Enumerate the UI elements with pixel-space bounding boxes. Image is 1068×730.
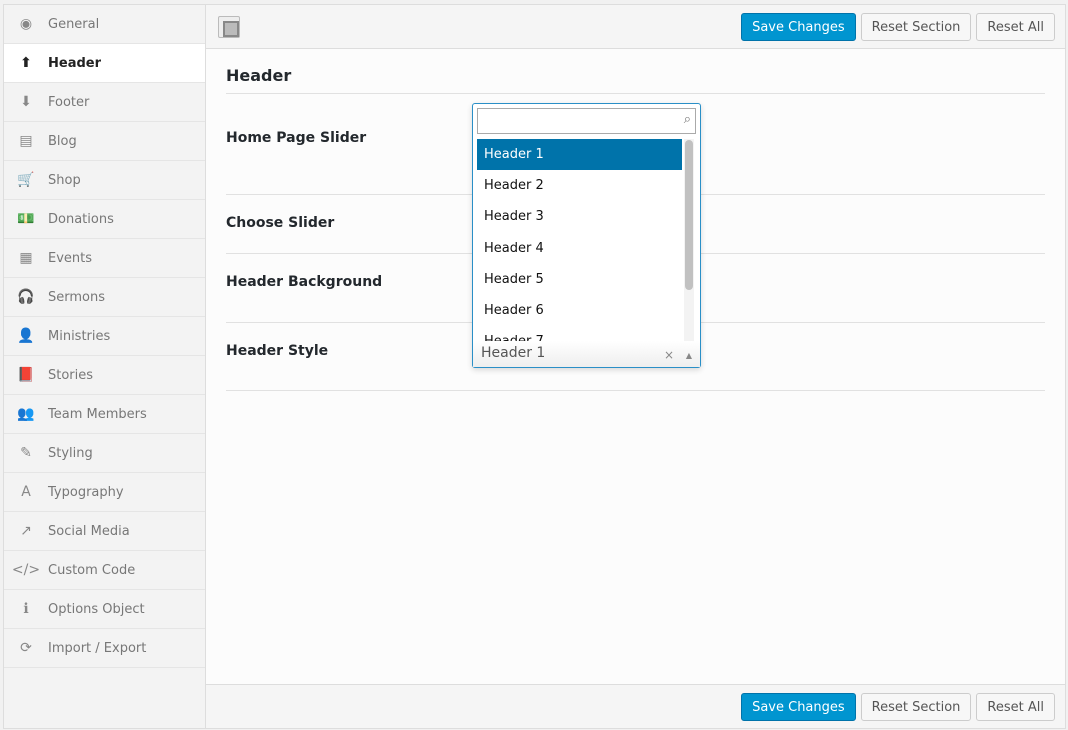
- dropdown-scrollbar[interactable]: [684, 139, 694, 343]
- dropdown-search-input[interactable]: [478, 109, 695, 133]
- sidebar-item-team-members[interactable]: 👥 Team Members: [4, 395, 205, 434]
- sidebar-item-general[interactable]: ◉ General: [4, 5, 205, 44]
- field-label: Home Page Slider: [226, 130, 367, 146]
- shop-icon: 🛒: [17, 172, 35, 188]
- sidebar-item-label: Social Media: [48, 523, 130, 539]
- sidebar-item-header[interactable]: ⬆ Header: [4, 44, 205, 83]
- sidebar-item-typography[interactable]: A Typography: [4, 473, 205, 512]
- header-icon: ⬆: [20, 55, 32, 71]
- sidebar-item-custom-code[interactable]: </> Custom Code: [4, 551, 205, 590]
- section-title: Header: [226, 49, 1045, 94]
- social-media-icon: ↗: [20, 523, 32, 539]
- field-label: Choose Slider: [226, 215, 335, 231]
- ministries-icon: 👤: [17, 328, 35, 344]
- search-icon: ⌕: [683, 112, 691, 127]
- sidebar-item-label: Options Object: [48, 601, 145, 617]
- reset-all-button[interactable]: Reset All: [976, 693, 1055, 721]
- footer-icon: ⬇: [20, 94, 32, 110]
- sidebar-item-label: Events: [48, 250, 93, 266]
- sidebar-item-sermons[interactable]: 🎧 Sermons: [4, 278, 205, 317]
- general-icon: ◉: [19, 16, 33, 32]
- sermons-icon: 🎧: [17, 289, 35, 305]
- sidebar-item-label: Import / Export: [48, 640, 147, 656]
- dropdown-options: Header 1 Header 2 Header 3 Header 4 Header 5…: [477, 139, 682, 343]
- sidebar-item-label: Sermons: [48, 289, 105, 305]
- bottom-toolbar: Save Changes Reset Section Reset All: [206, 684, 1065, 728]
- import-export-icon: ⟳: [20, 640, 32, 656]
- sidebar-item-label: Custom Code: [48, 562, 136, 578]
- layout-toggle-icon[interactable]: [218, 16, 240, 38]
- typography-icon: A: [21, 484, 31, 500]
- sidebar-item-ministries[interactable]: 👤 Ministries: [4, 317, 205, 356]
- sidebar: ◉ General ⬆ Header ⬇ Footer ▤ Blog 🛒 Shop 💵 Donatio…: [4, 5, 206, 728]
- stories-icon: 📕: [17, 367, 35, 383]
- sidebar-item-social-media[interactable]: ↗ Social Media: [4, 512, 205, 551]
- events-icon: ▦: [19, 250, 33, 266]
- dropdown-option[interactable]: Header 5: [477, 264, 682, 295]
- sidebar-item-label: Ministries: [48, 328, 111, 344]
- sidebar-item-footer[interactable]: ⬇ Footer: [4, 83, 205, 122]
- reset-section-button[interactable]: Reset Section: [860, 693, 972, 721]
- sidebar-item-label: General: [48, 16, 100, 32]
- scrollbar-thumb[interactable]: [685, 140, 693, 290]
- styling-icon: ✎: [20, 445, 32, 461]
- sidebar-item-options-object[interactable]: ℹ Options Object: [4, 590, 205, 629]
- top-toolbar: Save Changes Reset Section Reset All: [206, 5, 1065, 49]
- header-style-select[interactable]: ⌕ Header 1 Header 2 Header 3 Header 4 Header…: [472, 103, 701, 368]
- sidebar-item-label: Team Members: [48, 406, 147, 422]
- sidebar-item-styling[interactable]: ✎ Styling: [4, 434, 205, 473]
- chevron-up-icon[interactable]: ▲: [686, 351, 692, 360]
- clear-icon[interactable]: ×: [664, 348, 674, 362]
- save-changes-button[interactable]: Save Changes: [741, 13, 856, 41]
- dropdown-option[interactable]: Header 1: [477, 139, 682, 171]
- sidebar-item-label: Typography: [48, 484, 124, 500]
- sidebar-item-shop[interactable]: 🛒 Shop: [4, 161, 205, 200]
- sidebar-item-label: Shop: [48, 172, 81, 188]
- sidebar-item-donations[interactable]: 💵 Donations: [4, 200, 205, 239]
- donations-icon: 💵: [17, 211, 35, 227]
- dropdown-option[interactable]: Header 6: [477, 295, 682, 326]
- sidebar-item-events[interactable]: ▦ Events: [4, 239, 205, 278]
- field-label: Header Style: [226, 343, 329, 359]
- team-members-icon: 👥: [17, 406, 35, 422]
- reset-section-button[interactable]: Reset Section: [860, 13, 972, 41]
- dropdown-option[interactable]: Header 4: [477, 233, 682, 264]
- sidebar-item-label: Styling: [48, 445, 93, 461]
- sidebar-item-import-export[interactable]: ⟳ Import / Export: [4, 629, 205, 668]
- field-label: Header Background: [226, 274, 383, 290]
- sidebar-item-stories[interactable]: 📕 Stories: [4, 356, 205, 395]
- sidebar-item-label: Blog: [48, 133, 77, 149]
- dropdown-option[interactable]: Header 2: [477, 170, 682, 201]
- sidebar-item-label: Donations: [48, 211, 114, 227]
- sidebar-item-label: Stories: [48, 367, 94, 383]
- dropdown-option[interactable]: Header 3: [477, 201, 682, 232]
- blog-icon: ▤: [19, 133, 33, 149]
- sidebar-item-label: Header: [48, 55, 102, 71]
- reset-all-button[interactable]: Reset All: [976, 13, 1055, 41]
- custom-code-icon: </>: [11, 562, 41, 578]
- options-object-icon: ℹ: [23, 601, 29, 617]
- dropdown-search[interactable]: ⌕: [477, 108, 696, 134]
- sidebar-item-blog[interactable]: ▤ Blog: [4, 122, 205, 161]
- save-changes-button[interactable]: Save Changes: [741, 693, 856, 721]
- sidebar-item-label: Footer: [48, 94, 90, 110]
